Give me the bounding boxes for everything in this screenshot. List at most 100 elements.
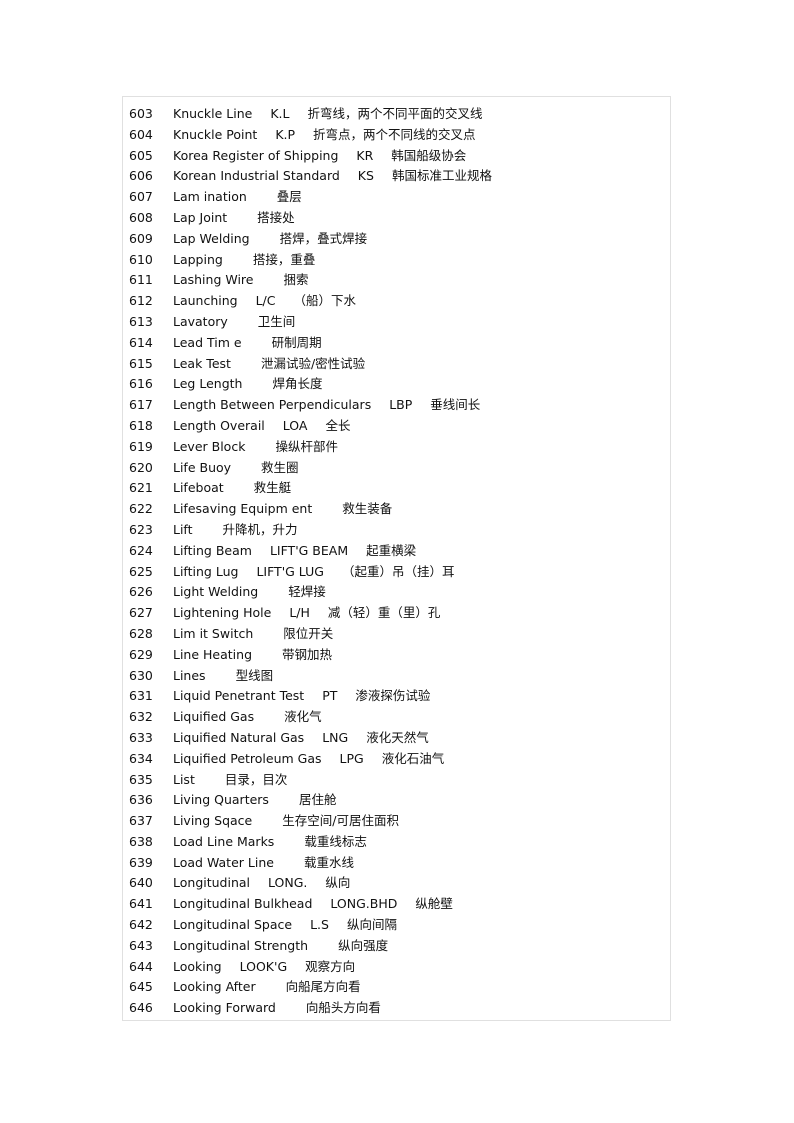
entry-content: Lap Joint 搭接处 [173,208,295,229]
entry-content: Korea Register of Shipping KR 韩国船级协会 [173,146,466,167]
glossary-row: 639 Load Water Line 载重水线 [123,853,670,874]
entry-number: 628 [129,625,153,641]
entry-term: Lashing Wire [173,272,254,288]
entry-content: Lifeboat 救生艇 [173,478,291,499]
entry-content: Lim it Switch 限位开关 [173,624,333,645]
entry-abbreviation: K.P [275,126,296,142]
glossary-row: 612 Launching L/C （船）下水 [123,291,670,312]
entry-content: Leak Test 泄漏试验/密性试验 [173,354,365,375]
entry-content: Load Water Line 载重水线 [173,853,354,874]
entry-translation: （船）下水 [293,293,357,309]
entry-abbreviation: K.L [270,106,290,121]
entry-term: Leak Test [173,355,231,371]
entry-content: Longitudinal Strength 纵向强度 [173,936,388,957]
entry-term: Knuckle Point [173,126,258,142]
glossary-row: 623 Lift 升降机，升力 [123,520,670,541]
entry-number: 638 [129,833,153,849]
entry-abbreviation: L/H [289,605,310,621]
entry-content: Lam ination 叠层 [173,187,302,208]
entry-number: 624 [129,542,153,558]
entry-translation: 升降机，升力 [222,521,298,537]
entry-abbreviation: KS [357,168,374,184]
entry-translation: 韩国船级协会 [391,147,467,163]
entry-number: 646 [129,1000,153,1016]
glossary-row: 642 Longitudinal Space L.S 纵向间隔 [123,915,670,936]
entry-content: Living Quarters 居住舱 [173,790,336,811]
glossary-row: 627 Lightening Hole L/H 减（轻）重（里）孔 [123,603,670,624]
glossary-row: 605 Korea Register of Shipping KR 韩国船级协会 [123,146,670,167]
entry-translation: 观察方向 [305,958,356,974]
entry-number: 634 [129,750,153,766]
glossary-row: 609 Lap Welding 搭焊，叠式焊接 [123,229,670,250]
entry-term: Line Heating [173,646,253,662]
entry-term: Lines [173,667,206,683]
entry-translation: 韩国标准工业规格 [391,168,492,184]
entry-number: 610 [129,251,153,267]
glossary-row: 611 Lashing Wire 捆索 [123,270,670,291]
glossary-row: 619 Lever Block 操纵杆部件 [123,437,670,458]
glossary-row: 646 Looking Forward 向船头方向看 [123,998,670,1019]
entry-translation: 救生艇 [253,480,292,496]
entry-content: Liquified Natural Gas LNG 液化天然气 [173,728,429,749]
entry-translation: 折弯线，两个不同平面的交叉线 [307,106,483,121]
entry-content: Lift 升降机，升力 [173,520,298,541]
entry-abbreviation: LNG [322,729,349,745]
glossary-row: 629 Line Heating 带钢加热 [123,645,670,666]
glossary-row: 622 Lifesaving Equipm ent 救生装备 [123,499,670,520]
entry-translation: 载重线标志 [304,833,367,849]
entry-number: 622 [129,501,153,517]
entry-content: Load Line Marks 载重线标志 [173,832,367,853]
entry-translation: 起重横梁 [366,542,417,558]
entry-translation: 型线图 [235,667,274,683]
entry-number: 612 [129,293,153,309]
entry-translation: 叠层 [276,189,302,205]
entry-translation: 研制周期 [271,334,322,350]
entry-content: Looking LOOK'G 观察方向 [173,957,355,978]
entry-translation: 捆索 [283,272,309,288]
entry-translation: 减（轻）重（里）孔 [327,605,441,621]
entry-term: Lift [173,521,193,537]
entry-number: 616 [129,376,153,392]
glossary-row: 634 Liquified Petroleum Gas LPG 液化石油气 [123,749,670,770]
glossary-row: 645 Looking After 向船尾方向看 [123,977,670,998]
entry-number: 629 [129,646,153,662]
entry-abbreviation: LONG. [268,875,308,891]
entry-number: 604 [129,126,153,142]
entry-abbreviation: L/C [255,293,276,309]
glossary-row: 631 Liquid Penetrant Test PT 渗液探伤试验 [123,686,670,707]
glossary-row: 624 Lifting Beam LIFT'G BEAM 起重横梁 [123,541,670,562]
entry-term: Lavatory [173,313,228,329]
entry-content: Length Overail LOA 全长 [173,416,350,437]
glossary-row: 617 Length Between Perpendiculars LBP 垂线间长 [123,395,670,416]
entry-content: Liquified Petroleum Gas LPG 液化石油气 [173,749,444,770]
entry-term: Lifting Beam [173,542,252,558]
entry-translation: 渗液探伤试验 [355,688,431,704]
entry-term: Lap Welding [173,230,250,246]
entry-content: Looking Forward 向船头方向看 [173,998,381,1019]
entry-number: 633 [129,729,153,745]
entry-term: Longitudinal Bulkhead [173,896,313,912]
entry-content: Line Heating 带钢加热 [173,645,332,666]
entry-term: Korean Industrial Standard [173,168,340,184]
entry-term: Lap Joint [173,209,228,225]
entry-term: Lead Tim e [173,334,242,350]
entry-number: 645 [129,979,153,995]
entry-content: Life Buoy 救生圈 [173,458,299,479]
entry-number: 608 [129,209,153,225]
glossary-row: 613 Lavatory 卫生间 [123,312,670,333]
entry-term: Korea Register of Shipping [173,147,339,163]
entry-content: Knuckle Line K.L 折弯线，两个不同平面的交叉线 [173,104,483,125]
entry-number: 606 [129,168,153,184]
entry-content: Length Between Perpendiculars LBP 垂线间长 [173,395,480,416]
entry-content: Launching L/C （船）下水 [173,291,356,312]
entry-term: Lifesaving Equipm ent [173,501,313,517]
entry-content: Lavatory 卫生间 [173,312,295,333]
entry-term: Longitudinal [173,875,251,891]
entry-number: 642 [129,917,153,933]
glossary-row: 618 Length Overail LOA 全长 [123,416,670,437]
entry-translation: 轻焊接 [288,584,326,600]
entry-content: Lightening Hole L/H 减（轻）重（里）孔 [173,603,440,624]
entry-abbreviation: LOOK'G [239,958,288,974]
entry-content: Living Sqace 生存空间/可居住面积 [173,811,399,832]
entry-content: Lifesaving Equipm ent 救生装备 [173,499,392,520]
